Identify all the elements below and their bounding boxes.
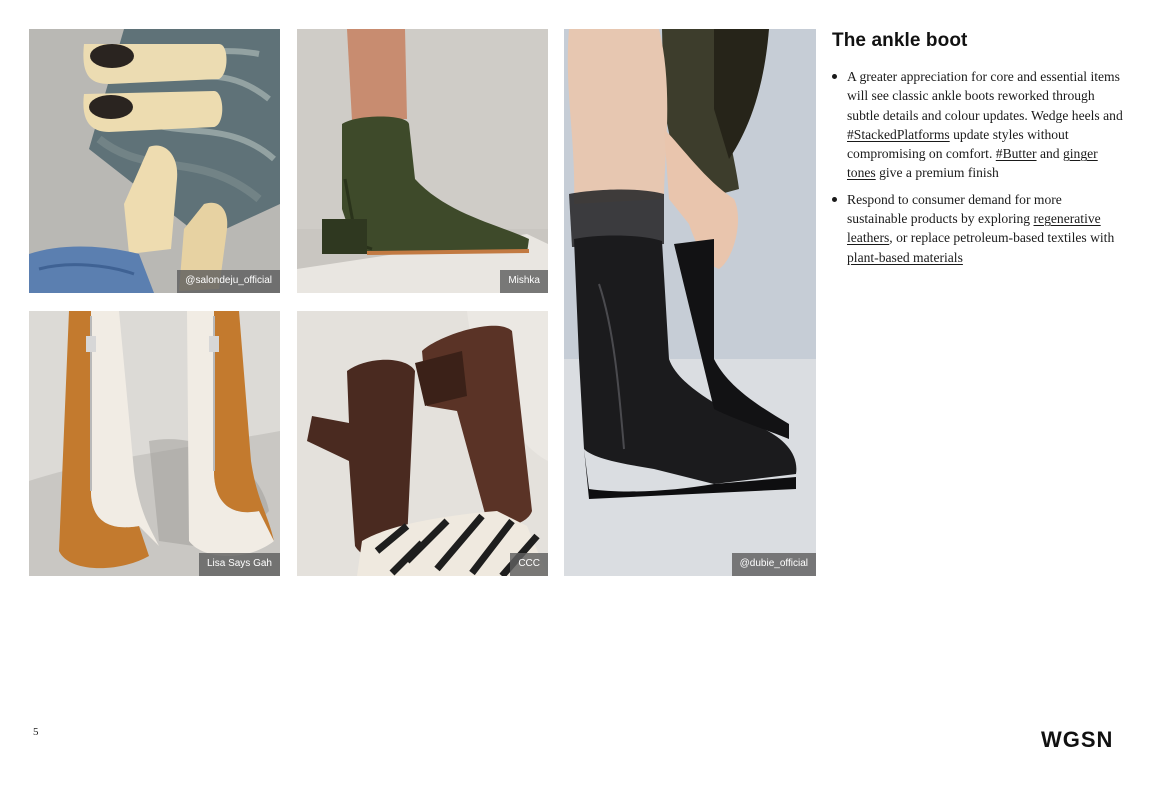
link-stacked-platforms[interactable]: #StackedPlatforms — [847, 127, 950, 142]
link-plant-based-materials[interactable]: plant-based materials — [847, 250, 963, 265]
photo-credit: Mishka — [500, 270, 548, 293]
photo-green-leather-boot: Mishka — [297, 29, 548, 293]
photo-credit: @dubie_official — [731, 553, 816, 576]
bullet-text: and — [1036, 146, 1063, 162]
bullet-item: Respond to consumer demand for more sust… — [832, 190, 1124, 267]
bullet-item: A greater appreciation for core and esse… — [832, 67, 1124, 183]
photo-brown-heeled-boots: CCC — [297, 311, 548, 576]
black-wedge-boots-photo — [564, 29, 816, 576]
photo-credit: CCC — [510, 553, 548, 576]
bullet-list: A greater appreciation for core and esse… — [832, 67, 1124, 267]
photo-black-wedge-boots: @dubie_official — [564, 29, 816, 576]
cream-ankle-boots-photo — [29, 29, 280, 293]
wgsn-logo: WGSN — [1041, 727, 1114, 752]
bullet-text: , or replace petroleum-based textiles wi… — [889, 230, 1115, 246]
photo-two-tone-zip-boots: Lisa Says Gah — [29, 311, 280, 576]
text-column: The ankle boot A greater appreciation fo… — [832, 30, 1124, 274]
link-butter[interactable]: #Butter — [996, 146, 1037, 161]
bullet-text: give a premium finish — [875, 165, 999, 181]
page-number: 5 — [33, 726, 39, 738]
bullet-text: A greater appreciation for core and esse… — [847, 69, 1123, 123]
photo-cream-ankle-boots: @salondeju_official — [29, 29, 280, 293]
green-leather-boot-photo — [297, 29, 548, 293]
two-tone-zip-boots-photo — [29, 311, 280, 576]
photo-credit: @salondeju_official — [177, 270, 280, 293]
bullet-text: Respond to consumer demand for more sust… — [847, 191, 1062, 227]
brown-heeled-boots-photo — [297, 311, 548, 576]
photo-credit: Lisa Says Gah — [198, 553, 280, 576]
section-title: The ankle boot — [832, 30, 968, 51]
